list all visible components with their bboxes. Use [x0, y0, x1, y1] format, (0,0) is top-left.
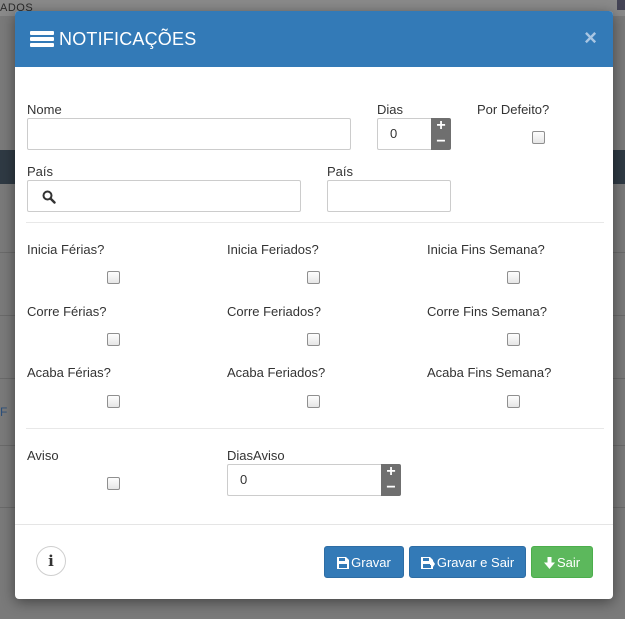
modal-title: NOTIFICAÇÕES [59, 29, 197, 49]
info-icon: i [48, 552, 54, 570]
corre-ferias-checkbox[interactable] [107, 333, 120, 346]
dias-increment-button[interactable]: + [431, 118, 451, 134]
gravar-e-sair-button[interactable]: Gravar e Sair [409, 546, 526, 578]
gravar-label: Gravar [351, 555, 391, 570]
sair-button[interactable]: Sair [531, 546, 593, 578]
gravar-button[interactable]: Gravar [324, 546, 404, 578]
save-icon [337, 549, 350, 581]
acaba-feriados-label: Acaba Feriados? [227, 365, 326, 380]
background-link: F [0, 405, 8, 419]
dias-decrement-button[interactable]: − [431, 134, 451, 150]
acaba-fins-semana-label: Acaba Fins Semana? [427, 365, 552, 380]
section-divider [26, 428, 604, 429]
close-icon[interactable]: × [584, 27, 597, 49]
corre-feriados-checkbox[interactable] [307, 333, 320, 346]
background-corner-icon [617, 0, 625, 10]
pais-search-input[interactable] [27, 180, 301, 212]
dias-aviso-label: DiasAviso [227, 448, 285, 463]
dias-stepper[interactable]: 0 + − [377, 118, 451, 150]
dias-value[interactable]: 0 [377, 118, 431, 150]
acaba-feriados-checkbox[interactable] [307, 395, 320, 408]
pais-search-label: País [27, 164, 54, 179]
inicia-feriados-label: Inicia Feriados? [227, 242, 319, 257]
inicia-ferias-checkbox[interactable] [107, 271, 120, 284]
dias-aviso-decrement-button[interactable]: − [381, 480, 401, 496]
acaba-fins-semana-checkbox[interactable] [507, 395, 520, 408]
corre-feriados-label: Corre Feriados? [227, 304, 321, 319]
corre-fins-semana-checkbox[interactable] [507, 333, 520, 346]
info-button[interactable]: i [36, 546, 66, 576]
por-defeito-label: Por Defeito? [477, 102, 550, 117]
inicia-ferias-label: Inicia Férias? [27, 242, 105, 257]
save-exit-icon [420, 549, 435, 581]
dias-aviso-increment-button[interactable]: + [381, 464, 401, 480]
pais-text-label: País [327, 164, 354, 179]
corre-ferias-label: Corre Férias? [27, 304, 107, 319]
inicia-fins-semana-label: Inicia Fins Semana? [427, 242, 545, 257]
corre-fins-semana-label: Corre Fins Semana? [427, 304, 547, 319]
nome-input[interactable] [27, 118, 351, 150]
inicia-fins-semana-checkbox[interactable] [507, 271, 520, 284]
dias-aviso-stepper-buttons: + − [381, 464, 401, 496]
dias-aviso-stepper[interactable]: 0 + − [227, 464, 401, 496]
aviso-label: Aviso [27, 448, 59, 463]
por-defeito-checkbox[interactable] [532, 131, 545, 144]
dias-aviso-value[interactable]: 0 [227, 464, 381, 496]
dias-label: Dias [377, 102, 404, 117]
gravar-e-sair-label: Gravar e Sair [436, 555, 515, 570]
list-icon [30, 31, 54, 49]
modal-header: NOTIFICAÇÕES × [15, 11, 613, 67]
aviso-checkbox[interactable] [107, 477, 120, 490]
acaba-ferias-checkbox[interactable] [107, 395, 120, 408]
footer-divider [15, 524, 613, 525]
nome-label: Nome [27, 102, 62, 117]
inicia-feriados-checkbox[interactable] [307, 271, 320, 284]
acaba-ferias-label: Acaba Férias? [27, 365, 111, 380]
download-arrow-icon [543, 549, 555, 581]
search-icon [42, 190, 56, 204]
sair-label: Sair [556, 555, 581, 570]
dias-stepper-buttons: + − [431, 118, 451, 150]
pais-text-input[interactable] [327, 180, 451, 212]
section-divider [26, 222, 604, 223]
notifications-modal: NOTIFICAÇÕES × Nome Dias 0 + − Por Defei… [15, 11, 613, 599]
